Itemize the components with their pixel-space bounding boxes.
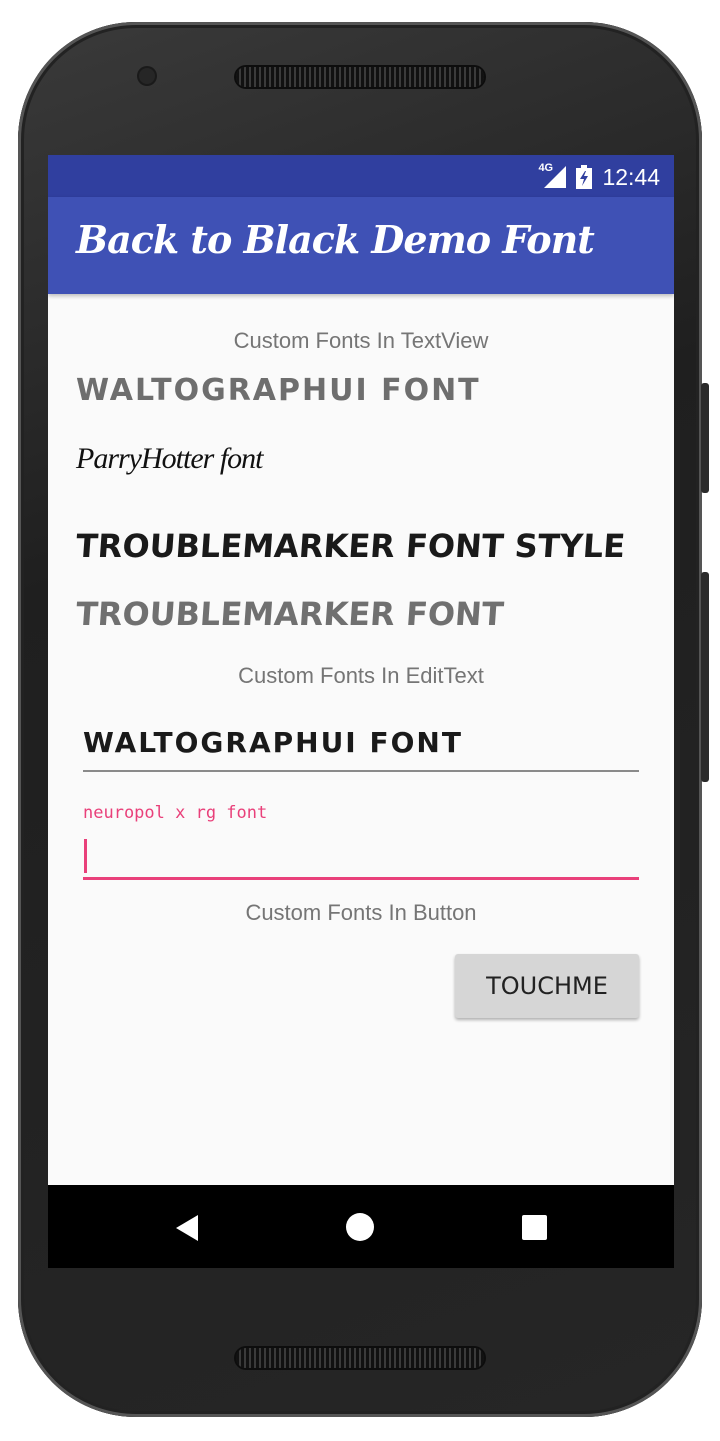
neuropol-field-label: neuropol x rg font <box>83 803 268 823</box>
back-triangle-icon[interactable] <box>176 1215 198 1241</box>
waltographui-edit-field[interactable]: WALTOGRAPHUI FONT <box>83 720 639 772</box>
power-button <box>701 383 709 493</box>
home-circle-icon[interactable] <box>346 1213 374 1241</box>
edit1-value: WALTOGRAPHUI FONT <box>83 726 463 759</box>
touchme-button[interactable]: TOUCHME <box>455 954 639 1018</box>
battery-charging-icon <box>576 165 593 189</box>
textview-caption: Custom Fonts In TextView <box>233 328 489 353</box>
status-bar: 4G 12:44 <box>48 155 674 197</box>
status-icons: 4G 12:44 <box>538 162 660 191</box>
bottom-speaker <box>236 1348 484 1368</box>
front-camera <box>139 68 155 84</box>
app-bar: Back to Black Demo Font <box>48 197 674 294</box>
recents-square-icon[interactable] <box>522 1215 547 1240</box>
sample-troublemarker: TROUBLEMARKER FONT <box>74 595 505 633</box>
cell-signal-icon: 4G <box>538 162 567 188</box>
sample-parryhotter: ParryHotter font <box>76 442 263 475</box>
volume-button <box>701 572 709 782</box>
sample-waltographui: WALTOGRAPHUI FONT <box>76 373 481 408</box>
navigation-bar <box>48 1185 674 1268</box>
app-title: Back to Black Demo Font <box>76 217 595 262</box>
button-caption: Custom Fonts In Button <box>245 900 477 925</box>
sample-troublemarker-style: TROUBLEMARKER FONT STYLE <box>74 527 627 565</box>
text-cursor <box>84 839 87 873</box>
edittext-caption: Custom Fonts In EditText <box>238 663 484 688</box>
status-clock: 12:44 <box>602 163 660 190</box>
earpiece-speaker <box>236 67 484 87</box>
screen: 4G 12:44 Back to Black Demo Font Custom … <box>48 155 674 1268</box>
neuropol-edit-field[interactable] <box>83 833 639 880</box>
